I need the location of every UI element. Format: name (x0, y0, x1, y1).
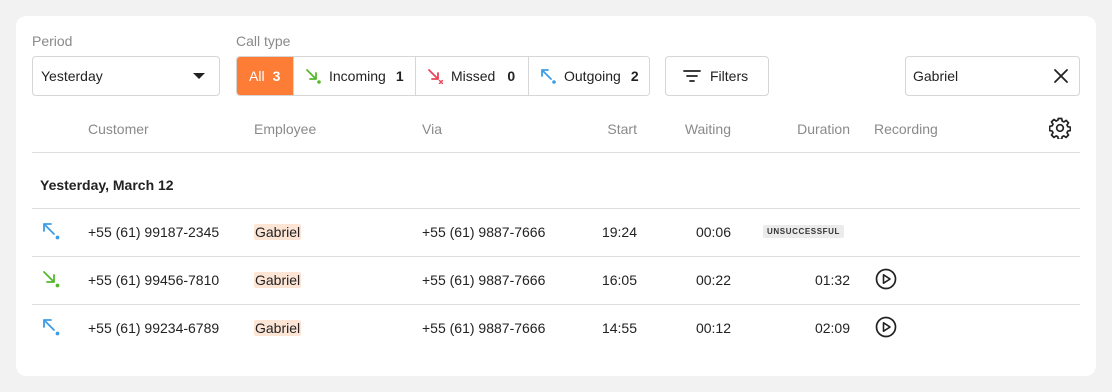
call-type-missed-label: Missed (451, 68, 496, 84)
incoming-call-icon (42, 270, 60, 293)
table-row[interactable]: +55 (61) 99456-7810 Gabriel +55 (61) 988… (16, 256, 1112, 304)
search-input[interactable] (913, 66, 1043, 86)
via-phone: +55 (61) 9887-7666 (422, 320, 546, 336)
start-time: 19:24 (601, 224, 637, 240)
period-value: Yesterday (41, 68, 103, 84)
play-circle-icon[interactable] (875, 316, 897, 343)
call-type-outgoing-count: 2 (630, 68, 639, 84)
call-duration: 01:32 (814, 272, 850, 288)
call-type-missed-count: 0 (507, 68, 516, 84)
call-type-incoming-label: Incoming (329, 68, 386, 84)
outgoing-call-icon (42, 318, 60, 341)
employee-name-highlight: Gabriel (254, 272, 302, 288)
column-header-recording[interactable]: Recording (874, 121, 938, 137)
date-group-title: Yesterday, March 12 (40, 177, 174, 193)
filter-lines-icon (683, 69, 701, 83)
arrow-missed-icon (427, 68, 443, 84)
call-duration: 02:09 (814, 320, 850, 336)
via-phone: +55 (61) 9887-7666 (422, 224, 546, 240)
call-type-missed-button[interactable]: Missed 0 (416, 57, 529, 95)
call-type-all-button[interactable]: All 3 (237, 57, 294, 95)
table-row[interactable]: +55 (61) 99187-2345 Gabriel +55 (61) 988… (16, 208, 1112, 256)
column-header-duration[interactable]: Duration (771, 121, 850, 137)
employee-name: Gabriel (254, 272, 302, 288)
arrow-up-left-icon (540, 68, 556, 84)
call-type-label: Call type (236, 33, 291, 49)
customer-phone[interactable]: +55 (61) 99234-6789 (88, 320, 219, 336)
period-label: Period (32, 33, 73, 49)
via-phone: +55 (61) 9887-7666 (422, 272, 546, 288)
start-time: 16:05 (601, 272, 637, 288)
arrow-down-right-icon (305, 68, 321, 84)
calls-panel: Period Yesterday Call type All 3 Incomin… (16, 16, 1096, 376)
call-type-all-label: All (249, 68, 265, 84)
close-icon[interactable] (1053, 68, 1069, 89)
start-time: 14:55 (601, 320, 637, 336)
column-header-employee[interactable]: Employee (254, 121, 316, 137)
status-badge: UNSUCCESSFUL (763, 225, 844, 238)
outgoing-call-icon (42, 222, 60, 245)
table-row[interactable]: +55 (61) 99234-6789 Gabriel +55 (61) 988… (16, 304, 1112, 352)
call-type-outgoing-button[interactable]: Outgoing 2 (529, 57, 649, 95)
column-header-waiting[interactable]: Waiting (656, 121, 731, 137)
filters-button-label: Filters (710, 68, 749, 84)
call-type-incoming-button[interactable]: Incoming 1 (294, 57, 416, 95)
column-header-start[interactable]: Start (566, 121, 637, 137)
customer-phone[interactable]: +55 (61) 99187-2345 (88, 224, 219, 240)
waiting-time: 00:06 (695, 224, 731, 240)
column-header-customer[interactable]: Customer (88, 121, 149, 137)
call-type-incoming-count: 1 (395, 68, 404, 84)
column-header-via[interactable]: Via (422, 121, 442, 137)
employee-name-highlight: Gabriel (254, 320, 302, 336)
header-divider (32, 152, 1080, 153)
call-type-outgoing-label: Outgoing (564, 68, 621, 84)
gear-icon[interactable] (1048, 117, 1072, 144)
employee-name: Gabriel (254, 320, 302, 336)
employee-name: Gabriel (254, 224, 302, 240)
period-select[interactable]: Yesterday (32, 56, 220, 96)
employee-name-highlight: Gabriel (254, 224, 302, 240)
waiting-time: 00:12 (695, 320, 731, 336)
search-box (905, 56, 1080, 96)
call-type-all-count: 3 (272, 68, 281, 84)
waiting-time: 00:22 (695, 272, 731, 288)
customer-phone[interactable]: +55 (61) 99456-7810 (88, 272, 219, 288)
filters-button[interactable]: Filters (665, 56, 769, 96)
caret-down-icon (193, 73, 205, 79)
play-circle-icon[interactable] (875, 268, 897, 295)
call-type-segmented-control: All 3 Incoming 1 Missed 0 Outgoing 2 (236, 56, 650, 96)
